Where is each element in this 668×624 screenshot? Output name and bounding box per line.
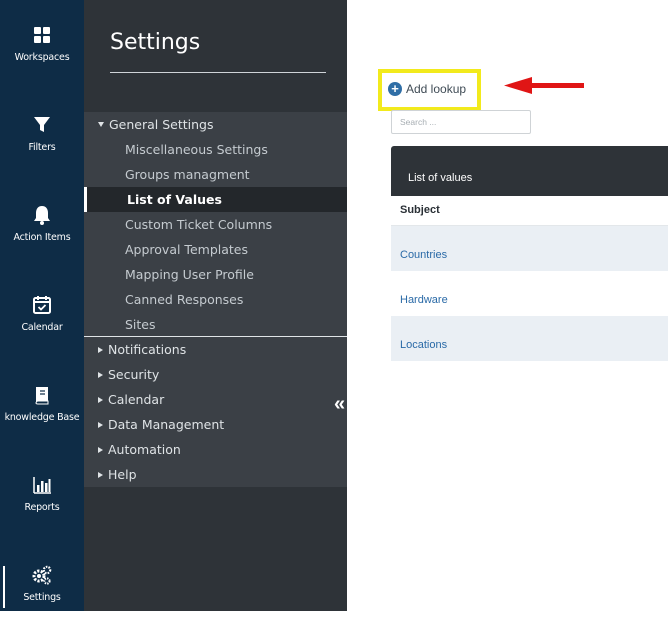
caret-down-icon	[98, 122, 104, 127]
rail-label: knowledge Base	[4, 412, 80, 423]
book-icon	[35, 387, 49, 405]
menu-group-label: Help	[108, 467, 137, 482]
menu-group-security[interactable]: Security	[84, 362, 347, 387]
menu-item-custom-ticket-columns[interactable]: Custom Ticket Columns	[84, 212, 347, 237]
menu-group-data-management[interactable]: Data Management	[84, 412, 347, 437]
bar-chart-icon	[33, 477, 51, 494]
plus-circle-icon: +	[388, 82, 402, 96]
funnel-icon	[34, 117, 50, 132]
divider	[110, 72, 326, 73]
main-content: + Add lookup List of values Subject Coun…	[347, 0, 668, 611]
menu-item-groups-managment[interactable]: Groups managment	[84, 162, 347, 187]
menu-item-canned-responses[interactable]: Canned Responses	[84, 287, 347, 312]
gears-icon	[32, 565, 52, 585]
caret-right-icon	[98, 371, 103, 378]
menu-item-miscellaneous-settings[interactable]: Miscellaneous Settings	[84, 137, 347, 162]
rail-calendar[interactable]: Calendar	[0, 294, 84, 354]
menu-group-help[interactable]: Help	[84, 462, 347, 487]
caret-right-icon	[98, 446, 103, 453]
rail-reports[interactable]: Reports	[0, 474, 84, 534]
caret-right-icon	[98, 421, 103, 428]
menu-item-mapping-user-profile[interactable]: Mapping User Profile	[84, 262, 347, 287]
rail-label: Action Items	[13, 232, 71, 243]
icon-rail: Workspaces Filters Action Items Calendar	[0, 0, 84, 611]
bell-icon	[34, 206, 50, 225]
collapse-panel-icon[interactable]: «	[334, 394, 345, 414]
menu-group-automation[interactable]: Automation	[84, 437, 347, 462]
rail-settings[interactable]: Settings	[0, 564, 84, 624]
rail-workspaces[interactable]: Workspaces	[0, 24, 84, 84]
rail-label: Filters	[28, 142, 56, 153]
settings-panel: Settings General Settings Miscellaneous …	[84, 0, 347, 611]
table-header: List of values	[391, 146, 668, 196]
page-title: Settings	[110, 30, 201, 55]
table-title: List of values	[408, 172, 473, 184]
add-lookup-label: Add lookup	[406, 82, 467, 96]
table-row[interactable]: Countries	[391, 226, 668, 271]
menu-group-label: Security	[108, 367, 160, 382]
menu-item-approval-templates[interactable]: Approval Templates	[84, 237, 347, 262]
menu-group-calendar[interactable]: Calendar	[84, 387, 347, 412]
rail-label: Settings	[23, 592, 61, 603]
caret-right-icon	[98, 471, 103, 478]
menu-group-label: General Settings	[109, 117, 214, 132]
rail-filters[interactable]: Filters	[0, 114, 84, 174]
table-row[interactable]: Locations	[391, 316, 668, 361]
menu-item-sites[interactable]: Sites	[84, 312, 347, 337]
menu-item-list-of-values[interactable]: List of Values	[84, 187, 347, 212]
menu-group-label: Automation	[108, 442, 181, 457]
rail-label: Calendar	[21, 322, 63, 333]
annotation-arrow-icon	[504, 77, 584, 94]
rail-label: Workspaces	[14, 52, 70, 63]
menu-group-label: Notifications	[108, 342, 187, 357]
grid-icon	[34, 27, 50, 43]
search-input[interactable]	[391, 110, 531, 134]
menu-group-general-settings[interactable]: General Settings	[84, 112, 347, 137]
caret-right-icon	[98, 396, 103, 403]
column-header-subject[interactable]: Subject	[391, 196, 668, 226]
add-lookup-button[interactable]: + Add lookup	[388, 82, 466, 96]
table-row[interactable]: Hardware	[391, 271, 668, 316]
caret-right-icon	[98, 346, 103, 353]
menu-group-label: Calendar	[108, 392, 165, 407]
calendar-icon	[33, 296, 51, 314]
menu-group-label: Data Management	[108, 417, 225, 432]
rail-label: Reports	[24, 502, 60, 513]
menu-group-notifications[interactable]: Notifications	[84, 337, 347, 362]
rail-action-items[interactable]: Action Items	[0, 204, 84, 264]
rail-knowledge-base[interactable]: knowledge Base	[0, 384, 84, 444]
